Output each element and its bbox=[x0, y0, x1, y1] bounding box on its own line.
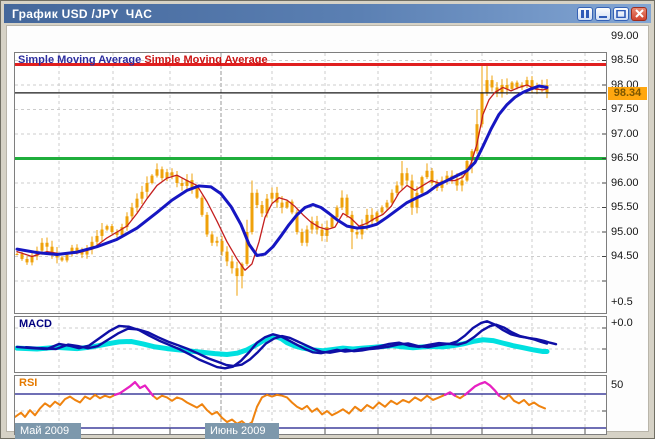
minimize-icon bbox=[599, 15, 607, 18]
pause-icon bbox=[581, 9, 589, 18]
chart-area: Simple Moving Average Simple Moving Aver… bbox=[6, 25, 649, 439]
price-tick-96.50: 96.50 bbox=[611, 152, 639, 164]
macd-plot[interactable] bbox=[14, 316, 607, 373]
rsi-plot[interactable] bbox=[14, 375, 607, 435]
macd-tick-+0.0: +0.0 bbox=[611, 317, 633, 329]
window-controls bbox=[577, 6, 647, 21]
price-tick-95.50: 95.50 bbox=[611, 201, 639, 213]
minimize-button[interactable] bbox=[595, 6, 611, 21]
rsi-tick-50: 50 bbox=[611, 379, 624, 391]
price-tick-96.00: 96.00 bbox=[611, 176, 639, 189]
rsi-panel-label: RSI bbox=[19, 377, 38, 389]
price-tick-98.50: 98.50 bbox=[611, 54, 639, 66]
indicator-legend: Simple Moving Average Simple Moving Aver… bbox=[18, 54, 268, 66]
close-icon bbox=[634, 9, 644, 18]
maximize-icon bbox=[616, 9, 626, 18]
price-tick-94.50: 94.50 bbox=[611, 250, 639, 262]
current-price-badge: 98.34 bbox=[608, 87, 647, 100]
price-tick-99.00: 99.00 bbox=[611, 29, 639, 42]
price-tick-97.00: 97.00 bbox=[611, 127, 639, 140]
close-button[interactable] bbox=[631, 6, 647, 21]
window-title: График USD /JPY ЧАС bbox=[12, 6, 153, 21]
pause-button[interactable] bbox=[577, 6, 593, 21]
macd-tick-+0.5: +0.5 bbox=[611, 296, 633, 308]
macd-panel-label: MACD bbox=[19, 318, 52, 330]
price-tick-97.50: 97.50 bbox=[611, 103, 639, 115]
month-label-june: Июнь 2009 bbox=[205, 423, 279, 439]
sma-label-2: Simple Moving Average bbox=[144, 54, 268, 66]
month-label-may: Май 2009 bbox=[15, 423, 81, 439]
title-bar[interactable]: График USD /JPY ЧАС bbox=[4, 4, 651, 23]
sma-label-1: Simple Moving Average bbox=[18, 54, 142, 66]
main-price-plot[interactable] bbox=[14, 52, 607, 314]
chart-window: График USD /JPY ЧАС Simple Moving Averag… bbox=[0, 0, 655, 439]
maximize-button[interactable] bbox=[613, 6, 629, 21]
price-tick-95.00: 95.00 bbox=[611, 225, 639, 238]
